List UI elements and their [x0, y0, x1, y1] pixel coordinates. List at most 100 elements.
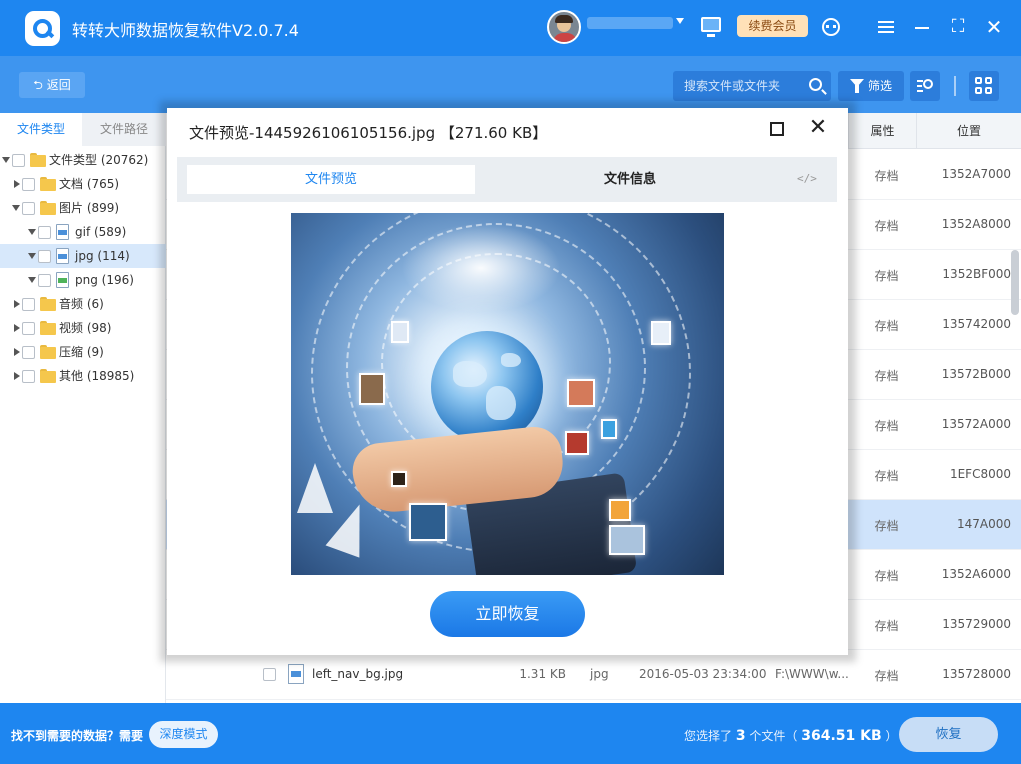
file-name: left_nav_bg.jpg [312, 667, 404, 681]
tree-checkbox[interactable] [38, 250, 51, 263]
support-chat-icon[interactable] [820, 16, 842, 38]
expand-down-icon[interactable] [12, 205, 20, 211]
back-label: 返回 [46, 78, 71, 92]
renew-vip-button[interactable]: 续费会员 [737, 15, 808, 37]
file-attr: 存档 [874, 569, 899, 583]
list-scrollbar[interactable] [1011, 250, 1019, 315]
tree-checkbox[interactable] [12, 154, 25, 167]
close-icon[interactable]: ✕ [983, 16, 1005, 38]
tree-checkbox[interactable] [22, 298, 35, 311]
expand-right-icon[interactable] [14, 300, 20, 308]
fullscreen-icon[interactable]: ⛶ [947, 16, 969, 38]
tree-item[interactable]: 视频 (98) [0, 316, 166, 340]
grid-view-icon[interactable] [969, 71, 999, 101]
tab-file-path[interactable]: 文件路径 [82, 113, 166, 146]
user-avatar[interactable] [547, 10, 581, 44]
minimize-icon[interactable] [911, 16, 933, 38]
tree-item[interactable]: png (196) [0, 268, 166, 292]
username-redacted[interactable] [587, 17, 673, 29]
dialog-close-icon[interactable]: ✕ [807, 117, 829, 139]
expand-down-icon[interactable] [28, 253, 36, 259]
app-title: 转转大师数据恢复软件V2.0.7.4 [72, 21, 299, 40]
selection-summary: 您选择了 3 个文件（ 364.51 KB ） [684, 727, 898, 744]
folder-icon [40, 297, 56, 311]
expand-right-icon[interactable] [14, 372, 20, 380]
list-search-icon[interactable] [910, 71, 940, 101]
file-attr: 存档 [874, 269, 899, 283]
search-box[interactable] [673, 71, 831, 101]
summary-size: 364.51 KB [801, 728, 882, 744]
code-icon[interactable]: </> [797, 172, 817, 185]
folder-icon [40, 177, 56, 191]
tree-item[interactable]: jpg (114) [0, 244, 166, 268]
left-tabs: 文件类型 文件路径 [0, 113, 166, 146]
column-header-attr[interactable]: 属性 [848, 113, 916, 149]
tree-checkbox[interactable] [22, 322, 35, 335]
summary-suffix: ） [885, 729, 898, 743]
tree-item[interactable]: 其他 (18985) [0, 364, 166, 388]
tree-item[interactable]: gif (589) [0, 220, 166, 244]
file-location: 135742000 [942, 317, 1011, 331]
tab-file-info[interactable]: 文件信息 [485, 165, 775, 194]
tree-item-label: 视频 (98) [59, 321, 112, 335]
image-file-icon [56, 248, 69, 264]
summary-mid: 个文件（ [749, 729, 798, 743]
summary-count: 3 [735, 728, 746, 744]
tree-checkbox[interactable] [22, 346, 35, 359]
tree-checkbox[interactable] [22, 370, 35, 383]
tree-item-label: png (196) [75, 273, 134, 287]
file-location: 1352A6000 [941, 567, 1011, 581]
file-attr: 存档 [874, 519, 899, 533]
tree-item[interactable]: 文件类型 (20762) [0, 148, 166, 172]
filter-label: 筛选 [868, 79, 893, 93]
tree-checkbox[interactable] [22, 178, 35, 191]
tree-checkbox[interactable] [38, 226, 51, 239]
file-attr: 存档 [874, 219, 899, 233]
deep-mode-button[interactable]: 深度模式 [149, 721, 218, 748]
tab-file-preview[interactable]: 文件预览 [187, 165, 475, 194]
tree-item-label: jpg (114) [75, 249, 130, 263]
tree-item-label: 文档 (765) [59, 177, 120, 191]
tree-checkbox[interactable] [22, 202, 35, 215]
maximize-icon[interactable] [770, 122, 784, 136]
tree-item[interactable]: 音频 (6) [0, 292, 166, 316]
file-attr: 存档 [874, 619, 899, 633]
search-input[interactable] [673, 71, 803, 101]
tree-item-label: gif (589) [75, 225, 127, 239]
expand-down-icon[interactable] [2, 157, 10, 163]
file-path: F:\WWW\w... [775, 667, 849, 681]
menu-icon[interactable] [875, 16, 897, 38]
tree-checkbox[interactable] [38, 274, 51, 287]
file-location: 147A000 [956, 517, 1011, 531]
tree-item-label: 音频 (6) [59, 297, 104, 311]
file-attr: 存档 [874, 319, 899, 333]
file-size: 1.31 KB [519, 667, 566, 681]
back-arrow-icon: ⮌ [33, 78, 47, 92]
tab-file-type[interactable]: 文件类型 [0, 113, 82, 146]
folder-icon [40, 201, 56, 215]
not-found-hint: 找不到需要的数据？需要 [11, 729, 144, 743]
filter-button[interactable]: 筛选 [838, 71, 904, 101]
file-attr: 存档 [874, 469, 899, 483]
tree-item[interactable]: 图片 (899) [0, 196, 166, 220]
recover-button[interactable]: 恢复 [899, 717, 998, 752]
back-button[interactable]: ⮌ 返回 [19, 72, 85, 98]
expand-down-icon[interactable] [28, 277, 36, 283]
expand-down-icon[interactable] [28, 229, 36, 235]
expand-right-icon[interactable] [14, 180, 20, 188]
row-checkbox[interactable] [263, 668, 276, 681]
restore-now-button[interactable]: 立即恢复 [430, 591, 585, 637]
chevron-down-icon[interactable] [676, 18, 684, 24]
funnel-icon [850, 79, 864, 93]
bottom-bar: 找不到需要的数据？需要 深度模式 您选择了 3 个文件（ 364.51 KB ）… [0, 703, 1021, 764]
file-location: 1EFC8000 [949, 467, 1011, 481]
column-header-location[interactable]: 位置 [916, 113, 1021, 149]
search-icon[interactable] [809, 78, 822, 91]
tree-item-label: 压缩 (9) [59, 345, 104, 359]
expand-right-icon[interactable] [14, 348, 20, 356]
tree-item[interactable]: 文档 (765) [0, 172, 166, 196]
monitor-icon[interactable] [701, 17, 721, 37]
tree-item[interactable]: 压缩 (9) [0, 340, 166, 364]
folder-icon [40, 321, 56, 335]
expand-right-icon[interactable] [14, 324, 20, 332]
